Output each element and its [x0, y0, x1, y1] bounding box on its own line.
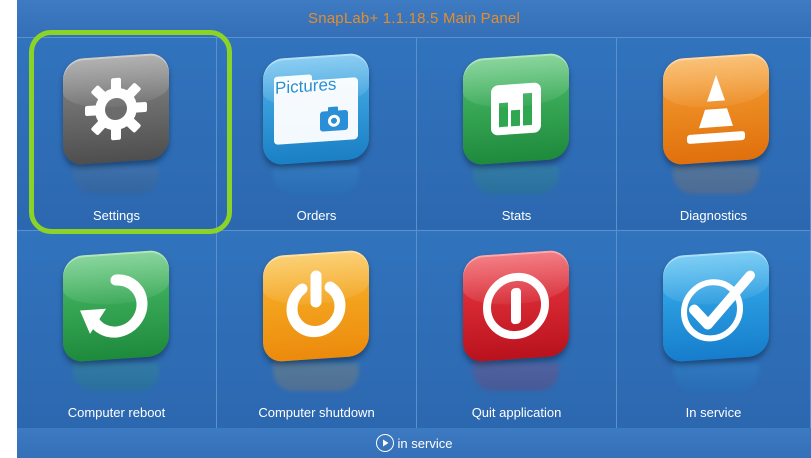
play-circle-icon: [375, 434, 394, 452]
pictures-folder-icon: Pictures: [263, 52, 369, 166]
icon-reflection: [73, 363, 159, 391]
stats-tile[interactable]: Stats: [417, 38, 617, 231]
service-status-bar[interactable]: in service: [17, 428, 811, 458]
tile-label: Orders: [296, 208, 337, 223]
traffic-cone-icon: [663, 52, 769, 166]
diagnostics-tile[interactable]: Diagnostics: [617, 38, 811, 231]
tile-label: Computer reboot: [67, 405, 166, 420]
computer-reboot-tile[interactable]: Computer reboot: [17, 231, 217, 428]
icon-reflection: [473, 166, 559, 194]
tile-label: Diagnostics: [679, 208, 748, 223]
gear-icon: [63, 52, 169, 166]
title-bar: SnapLab+ 1.1.18.5 Main Panel: [17, 0, 811, 38]
tile-label: In service: [685, 405, 742, 420]
tile-label: Settings: [93, 208, 140, 223]
icon-reflection: [673, 363, 759, 391]
tile-label: Computer shutdown: [258, 405, 375, 420]
tile-grid: Settings Pictures Orders Stats Diagnosti…: [17, 38, 811, 428]
tile-label: Stats: [501, 208, 532, 223]
power-icon: [263, 249, 369, 363]
icon-reflection: [73, 166, 159, 194]
in-service-tile[interactable]: In service: [617, 231, 811, 428]
icon-reflection: [673, 166, 759, 194]
icon-reflection: [273, 363, 359, 391]
bar-chart-icon: [463, 52, 569, 166]
service-status-text: in service: [397, 435, 453, 451]
icon-reflection: [273, 166, 359, 194]
window-title: SnapLab+ 1.1.18.5 Main Panel: [307, 10, 520, 27]
quit-icon: [463, 249, 569, 363]
tile-label: Quit application: [471, 405, 562, 420]
main-panel: SnapLab+ 1.1.18.5 Main Panel Settings Pi…: [17, 0, 811, 458]
icon-reflection: [473, 363, 559, 391]
reboot-icon: [63, 249, 169, 363]
orders-tile[interactable]: Pictures Orders: [217, 38, 417, 231]
checkmark-icon: [663, 249, 769, 363]
settings-tile[interactable]: Settings: [17, 38, 217, 231]
quit-application-tile[interactable]: Quit application: [417, 231, 617, 428]
computer-shutdown-tile[interactable]: Computer shutdown: [217, 231, 417, 428]
